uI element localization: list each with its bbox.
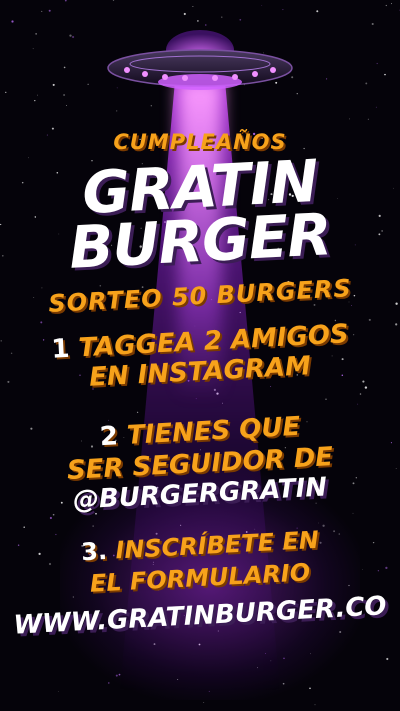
step-2-number: 2 — [99, 421, 119, 453]
birthday-poster: CUMPLEAÑOS GRATIN BURGER SORTEO 50 BURGE… — [0, 0, 400, 711]
ufo-icon — [107, 30, 293, 90]
step-1-number: 1 — [50, 333, 71, 365]
step-3-number: 3. — [80, 536, 108, 567]
